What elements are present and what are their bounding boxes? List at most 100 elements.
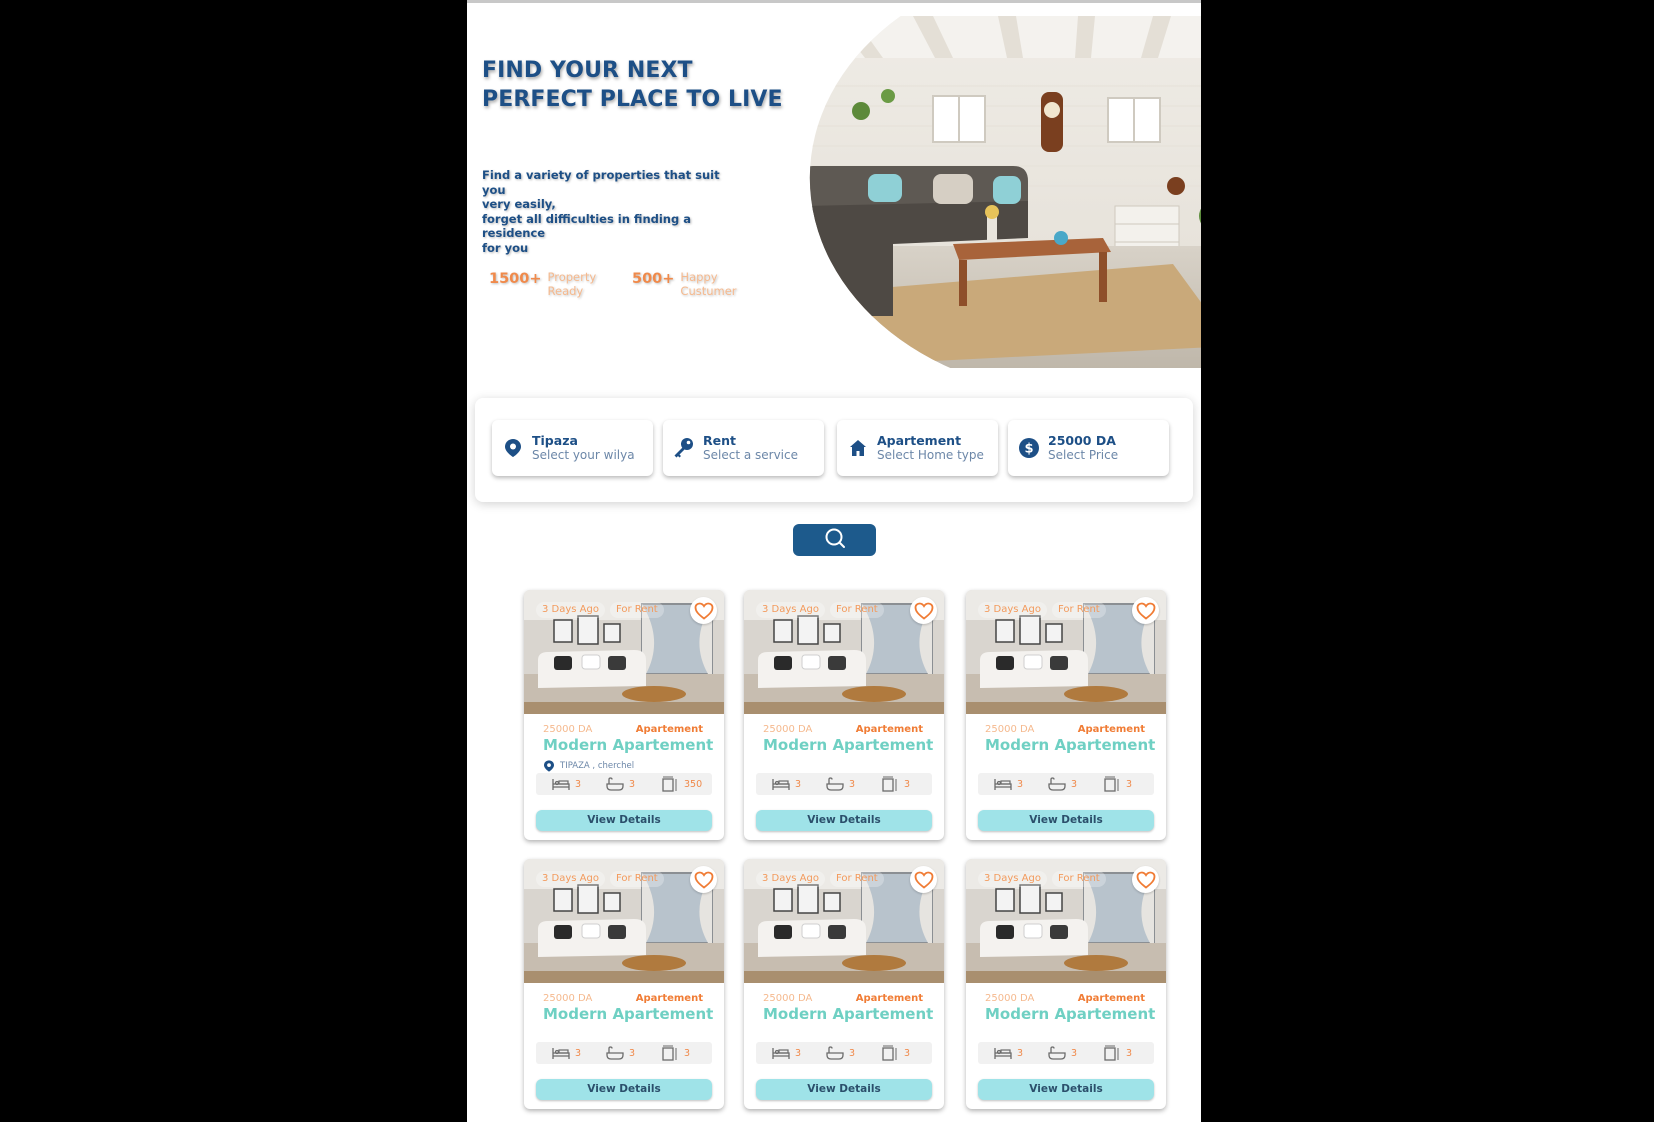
baths-feature: 3 <box>1048 776 1077 792</box>
filter-value: Apartement <box>877 433 962 448</box>
listing-card[interactable]: 3 Days Ago For Rent 25000 DA Apartement … <box>966 859 1166 1109</box>
bath-icon <box>606 777 624 791</box>
baths-feature: 3 <box>1048 1045 1077 1061</box>
filter-value: Rent <box>703 433 736 448</box>
stat-value: 1500+ <box>489 271 542 287</box>
hero-subtitle-line: for you <box>482 240 529 255</box>
bed-icon <box>994 779 1012 790</box>
heart-icon <box>694 602 713 620</box>
top-divider <box>467 0 1201 3</box>
view-details-button[interactable]: View Details <box>756 1079 932 1100</box>
location-pin-icon <box>544 760 554 772</box>
area-icon <box>882 1045 897 1061</box>
area-value: 3 <box>1126 778 1133 790</box>
view-details-button[interactable]: View Details <box>536 810 712 831</box>
filter-wilaya[interactable]: Tipaza Select your wilya <box>492 420 653 476</box>
hero-subtitle-line: Find a variety of properties that suit y… <box>482 168 720 197</box>
beds-count: 3 <box>575 1047 582 1059</box>
favorite-button[interactable] <box>690 597 717 624</box>
listing-status-tag: For Rent <box>610 602 664 618</box>
area-value: 3 <box>904 1047 911 1059</box>
listing-title: Modern Apartement <box>543 736 714 754</box>
filter-price[interactable]: $ 25000 DA Select Price <box>1008 420 1169 476</box>
heart-icon <box>1136 602 1155 620</box>
listing-location-text: TIPAZA , cherchel <box>560 761 635 771</box>
baths-feature: 3 <box>606 776 635 792</box>
location-pin-icon <box>502 437 524 459</box>
listing-card[interactable]: 3 Days Ago For Rent 25000 DA Apartement … <box>744 859 944 1109</box>
listing-price: 25000 DA <box>763 724 813 735</box>
stat-properties: 1500+ Property Ready <box>489 270 612 298</box>
listing-type: Apartement <box>855 993 923 1004</box>
listing-age-tag: 3 Days Ago <box>536 602 605 618</box>
listing-card[interactable]: 3 Days Ago For Rent 25000 DA Apartement … <box>744 590 944 840</box>
filter-value: Tipaza <box>532 433 578 448</box>
listing-card[interactable]: 3 Days Ago For Rent 25000 DA Apartement … <box>524 859 724 1109</box>
area-value: 3 <box>684 1047 691 1059</box>
search-button[interactable] <box>793 524 876 556</box>
view-details-button[interactable]: View Details <box>978 1079 1154 1100</box>
beds-count: 3 <box>1017 1047 1024 1059</box>
search-icon <box>824 527 846 553</box>
listing-type: Apartement <box>1077 724 1145 735</box>
filter-service[interactable]: Rent Select a service <box>663 420 824 476</box>
bath-icon <box>1048 1046 1066 1060</box>
favorite-button[interactable] <box>1132 597 1159 624</box>
listing-type: Apartement <box>855 724 923 735</box>
area-icon <box>882 776 897 792</box>
listing-price: 25000 DA <box>763 993 813 1004</box>
area-value: 3 <box>904 778 911 790</box>
listing-title: Modern Apartement <box>985 1005 1156 1023</box>
listing-type: Apartement <box>1077 993 1145 1004</box>
listing-card[interactable]: 3 Days Ago For Rent 25000 DA Apartement … <box>966 590 1166 840</box>
hero-living-room-image <box>809 16 1201 368</box>
bath-icon <box>606 1046 624 1060</box>
favorite-button[interactable] <box>690 866 717 893</box>
listing-type: Apartement <box>635 993 703 1004</box>
filter-value: 25000 DA <box>1048 433 1116 448</box>
area-icon <box>662 776 677 792</box>
area-icon <box>1104 776 1119 792</box>
area-feature: 3 <box>881 776 910 792</box>
beds-feature: 3 <box>552 776 581 792</box>
heart-icon <box>694 871 713 889</box>
area-feature: 3 <box>1103 776 1132 792</box>
favorite-button[interactable] <box>1132 866 1159 893</box>
beds-feature: 3 <box>772 776 801 792</box>
listing-features: 3 3 3 <box>536 1042 712 1064</box>
heart-icon <box>914 602 933 620</box>
beds-feature: 3 <box>772 1045 801 1061</box>
listing-age-tag: 3 Days Ago <box>756 602 825 618</box>
bath-icon <box>826 777 844 791</box>
beds-count: 3 <box>795 1047 802 1059</box>
baths-count: 3 <box>629 778 636 790</box>
bed-icon <box>772 779 790 790</box>
baths-feature: 3 <box>826 776 855 792</box>
favorite-button[interactable] <box>910 866 937 893</box>
page: FIND YOUR NEXT PERFECT PLACE TO LIVE Fin… <box>467 0 1201 1122</box>
beds-count: 3 <box>795 778 802 790</box>
listing-card[interactable]: 3 Days Ago For Rent 25000 DA Apartement … <box>524 590 724 840</box>
view-details-button[interactable]: View Details <box>756 810 932 831</box>
listing-price: 25000 DA <box>985 724 1035 735</box>
bed-icon <box>552 779 570 790</box>
listing-price: 25000 DA <box>543 724 593 735</box>
baths-count: 3 <box>1071 778 1078 790</box>
bed-icon <box>772 1048 790 1059</box>
filter-home-type[interactable]: Apartement Select Home type <box>837 420 998 476</box>
stat-label: Property Ready <box>547 270 597 298</box>
heart-icon <box>1136 871 1155 889</box>
view-details-button[interactable]: View Details <box>978 810 1154 831</box>
bath-icon <box>1048 777 1066 791</box>
baths-count: 3 <box>629 1047 636 1059</box>
baths-count: 3 <box>849 1047 856 1059</box>
bed-icon <box>994 1048 1012 1059</box>
area-icon <box>1104 1045 1119 1061</box>
beds-feature: 3 <box>552 1045 581 1061</box>
filter-hint: Select Price <box>1048 448 1119 462</box>
view-details-button[interactable]: View Details <box>536 1079 712 1100</box>
listing-age-tag: 3 Days Ago <box>978 871 1047 887</box>
listing-status-tag: For Rent <box>830 871 884 887</box>
area-feature: 350 <box>661 776 702 792</box>
favorite-button[interactable] <box>910 597 937 624</box>
